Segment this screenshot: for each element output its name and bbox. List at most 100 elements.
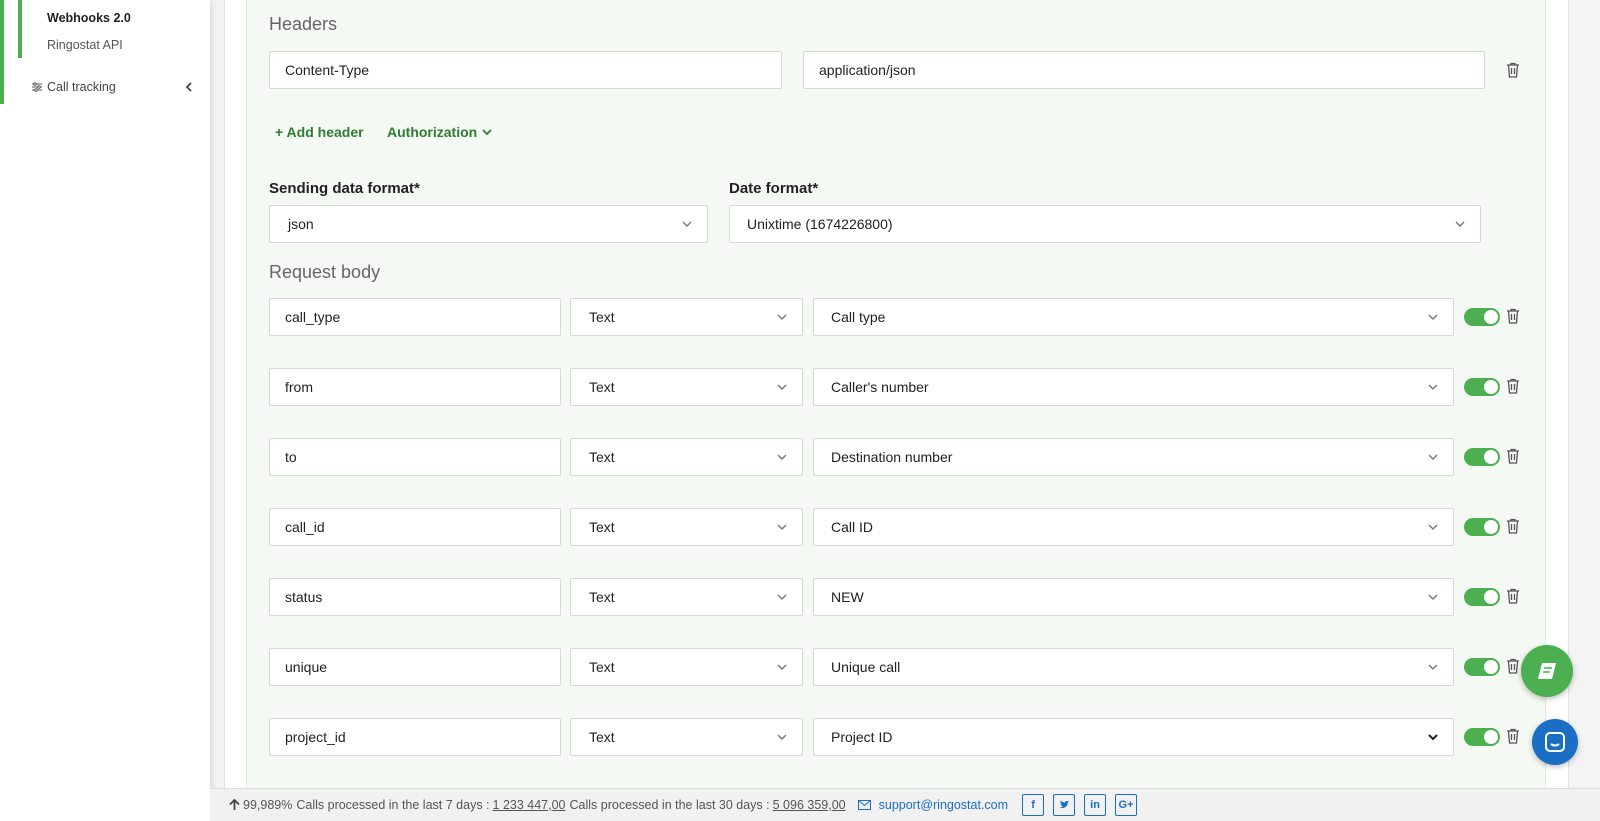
linkedin-icon[interactable]: in [1084,794,1107,816]
body-type-select[interactable]: Text [570,508,803,546]
date-format-select[interactable]: Unixtime (1674226800) [729,205,1481,243]
chevron-down-icon [1428,734,1438,741]
calls-30-days-value: 5 096 359,00 [772,798,846,812]
sending-format-value: json [288,216,314,232]
chevron-down-icon [1428,384,1438,390]
body-enabled-toggle[interactable] [1464,308,1500,326]
body-key-input[interactable]: project_id [269,718,561,756]
body-type-select[interactable]: Text [570,298,803,336]
body-value: Destination number [831,449,953,465]
sidebar-item-webhooks[interactable]: Webhooks 2.0 [47,11,131,25]
authorization-dropdown[interactable]: Authorization [387,124,492,140]
chevron-down-icon [777,664,787,670]
chevron-down-icon [1428,314,1438,320]
date-format-label: Date format* [729,180,819,197]
sidebar-active-indicator [0,0,4,104]
calls-7-days-label: Calls processed in the last 7 days : [296,798,490,812]
twitter-icon[interactable] [1053,794,1076,816]
body-value-select[interactable]: Caller's number [813,368,1454,406]
chevron-left-icon[interactable] [185,82,193,92]
body-type-select[interactable]: Text [570,438,803,476]
body-value: Call ID [831,519,874,535]
body-enabled-toggle[interactable] [1464,588,1500,606]
sending-format-select[interactable]: json [269,205,708,243]
add-header-link[interactable]: + Add header [275,124,364,140]
body-type-value: Text [589,309,615,325]
body-type-value: Text [589,729,615,745]
body-enabled-toggle[interactable] [1464,378,1500,396]
chevron-down-icon [777,524,787,530]
sliders-icon [32,82,42,92]
trash-icon[interactable] [1506,518,1520,534]
support-email-link[interactable]: support@ringostat.com [857,798,1009,812]
chat-button[interactable] [1532,719,1578,765]
body-value-select[interactable]: NEW [813,578,1454,616]
sidebar-item-call-tracking[interactable]: Call tracking [31,80,193,94]
trash-icon[interactable] [1506,728,1520,744]
trash-icon[interactable] [1506,588,1520,604]
chat-icon [1545,732,1565,752]
request-body-title: Request body [269,262,381,282]
body-type-value: Text [589,659,615,675]
body-enabled-toggle[interactable] [1464,518,1500,536]
body-value-select[interactable]: Call ID [813,508,1454,546]
mail-icon [857,800,871,810]
body-key-input[interactable]: status [269,578,561,616]
book-icon [1538,663,1556,679]
body-value: NEW [831,589,864,605]
sidebar-item-label: Call tracking [47,80,116,94]
body-type-value: Text [589,449,615,465]
body-type-select[interactable]: Text [570,368,803,406]
trash-icon[interactable] [1506,308,1520,324]
google-plus-icon[interactable]: G+ [1115,794,1138,816]
sidebar: Webhooks 2.0 Ringostat API Call tracking [0,0,210,821]
chevron-down-icon [1428,594,1438,600]
chevron-down-icon [482,129,492,136]
body-type-select[interactable]: Text [570,718,803,756]
headers-title: Headers [269,14,338,34]
trash-icon[interactable] [1506,448,1520,464]
chevron-down-icon [777,594,787,600]
body-type-select[interactable]: Text [570,578,803,616]
body-key-input[interactable]: call_id [269,508,561,546]
chevron-down-icon [1428,664,1438,670]
body-enabled-toggle[interactable] [1464,448,1500,466]
header-name-input[interactable]: Content-Type [269,51,782,89]
sending-format-label: Sending data format* [269,180,420,197]
chevron-down-icon [777,454,787,460]
body-value-select[interactable]: Destination number [813,438,1454,476]
body-type-value: Text [589,519,615,535]
facebook-icon[interactable]: f [1022,794,1045,816]
knowledge-base-button[interactable] [1521,645,1573,697]
body-type-value: Text [589,379,615,395]
body-value-select[interactable]: Unique call [813,648,1454,686]
body-type-select[interactable]: Text [570,648,803,686]
trash-icon[interactable] [1506,62,1520,78]
body-type-value: Text [589,589,615,605]
body-key-input[interactable]: call_type [269,298,561,336]
sidebar-sub-indicator [18,0,22,58]
date-format-value: Unixtime (1674226800) [747,216,893,232]
trash-icon[interactable] [1506,378,1520,394]
trash-icon[interactable] [1506,658,1520,674]
chevron-down-icon [682,221,692,227]
chevron-down-icon [1455,221,1465,227]
body-enabled-toggle[interactable] [1464,658,1500,676]
body-value: Call type [831,309,886,325]
body-value: Project ID [831,729,893,745]
sidebar-item-ringostat-api[interactable]: Ringostat API [47,38,123,52]
body-enabled-toggle[interactable] [1464,728,1500,746]
body-value-select[interactable]: Call type [813,298,1454,336]
body-value: Caller's number [831,379,929,395]
support-email: support@ringostat.com [878,798,1009,812]
social-links: f in G+ [1022,794,1138,816]
authorization-label: Authorization [387,124,478,140]
body-value-select[interactable]: Project ID [813,718,1454,756]
body-key-input[interactable]: from [269,368,561,406]
arrow-up-icon [229,799,240,810]
uptime-value: 99,989% [243,798,293,812]
calls-30-days-label: Calls processed in the last 30 days : [569,798,770,812]
header-value-input[interactable]: application/json [803,51,1485,89]
body-key-input[interactable]: unique [269,648,561,686]
body-key-input[interactable]: to [269,438,561,476]
